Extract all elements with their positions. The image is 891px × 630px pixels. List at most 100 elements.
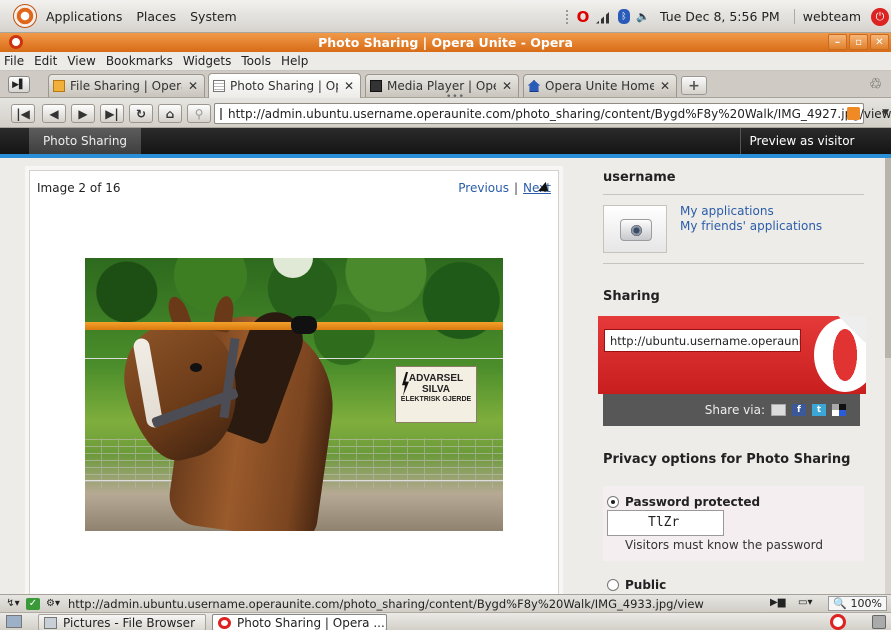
address-url[interactable]: http://admin.ubuntu.username.operaunite.…	[228, 107, 891, 121]
status-url: http://admin.ubuntu.username.operaunite.…	[68, 596, 704, 611]
opera-logo-icon[interactable]	[9, 35, 23, 49]
photo-insulator	[291, 316, 317, 334]
bottom-panel: Pictures - File Browser Photo Sharing | …	[0, 612, 891, 630]
fast-forward-button[interactable]: ▶|	[100, 104, 124, 123]
page-scrollbar[interactable]	[885, 158, 891, 594]
tab-label: Opera Unite Home |...	[545, 79, 654, 93]
photo-warning-sign: ADVARSEL SILVA ELEKTRISK GJERDE	[395, 366, 477, 423]
folder-icon	[53, 80, 65, 92]
public-radio[interactable]	[607, 579, 619, 591]
close-tab-icon[interactable]: ✕	[502, 79, 512, 93]
bluetooth-icon[interactable]: ᛒ	[617, 9, 630, 24]
menu-widgets[interactable]: Widgets	[178, 54, 237, 68]
minimize-button[interactable]: –	[828, 34, 847, 50]
facebook-icon[interactable]: f	[792, 404, 806, 416]
zoom-value: 100%	[850, 597, 882, 610]
unite-status-icon[interactable]: ✓	[26, 597, 40, 610]
close-tab-icon[interactable]: ✕	[188, 79, 198, 93]
user-menu[interactable]: webteam	[793, 9, 865, 24]
back-button[interactable]: ◀	[42, 104, 66, 123]
menu-edit[interactable]: Edit	[29, 54, 62, 68]
menu-file[interactable]: File	[0, 54, 29, 68]
rss-feed-icon[interactable]	[847, 107, 860, 120]
power-icon[interactable]: ⏻	[871, 7, 889, 26]
turbo-icon[interactable]: ↯▾	[6, 598, 20, 610]
clock[interactable]: Tue Dec 8, 5:56 PM	[660, 9, 780, 24]
page-favicon-icon	[220, 107, 222, 120]
my-applications-link[interactable]: My applications	[680, 204, 774, 218]
volume-icon[interactable]: 🔈	[636, 9, 650, 25]
camera-icon	[620, 219, 652, 241]
maximize-button[interactable]: ▫	[849, 34, 868, 50]
reload-button[interactable]: ↻	[129, 104, 153, 123]
share-url-field[interactable]: http://ubuntu.username.operaunite	[604, 329, 801, 352]
menu-view[interactable]: View	[62, 54, 100, 68]
tab-label: File Sharing | Opera...	[70, 79, 182, 93]
app-tab-photo-sharing[interactable]: Photo Sharing	[29, 128, 141, 154]
rewind-button[interactable]: |◀	[11, 104, 35, 123]
previous-link[interactable]: Previous	[458, 181, 509, 195]
window-controls: – ▫ ✕	[828, 34, 889, 50]
delicious-icon[interactable]	[832, 404, 846, 416]
twitter-icon[interactable]: t	[812, 404, 826, 416]
unite-app-bar: Photo Sharing Preview as visitor	[0, 128, 891, 158]
username-heading: username	[603, 170, 676, 185]
email-icon[interactable]	[771, 404, 786, 416]
tab-media-player[interactable]: Media Player | Oper... ✕	[365, 74, 519, 97]
page-fold	[836, 316, 866, 342]
password-help-text: Visitors must know the password	[625, 538, 823, 552]
wand-key-icon[interactable]: ⚲	[187, 104, 211, 123]
address-bar[interactable]: http://admin.ubuntu.username.operaunite.…	[214, 103, 891, 124]
friends-applications-link[interactable]: My friends' applications	[680, 219, 822, 233]
preview-as-visitor-link[interactable]: Preview as visitor	[740, 128, 863, 154]
menu-bookmarks[interactable]: Bookmarks	[101, 54, 178, 68]
new-tab-button[interactable]: +	[681, 76, 707, 95]
home-button[interactable]: ⌂	[158, 104, 182, 123]
menu-applications[interactable]: Applications	[39, 9, 129, 24]
scrollbar-thumb[interactable]	[885, 158, 891, 358]
divider	[603, 194, 864, 195]
tab-photo-sharing[interactable]: Photo Sharing | Op... ✕	[208, 73, 361, 98]
tab-unite-home[interactable]: Opera Unite Home |... ✕	[523, 74, 677, 97]
tab-bar: ▶▌ File Sharing | Opera... ✕ Photo Shari…	[0, 71, 891, 102]
panel-toggle-icon[interactable]: ▶▌	[8, 76, 30, 93]
share-via-label: Share via:	[704, 403, 765, 417]
ubuntu-logo-icon[interactable]	[14, 5, 36, 27]
closed-tabs-trash-icon[interactable]: ♲	[869, 75, 891, 95]
show-desktop-icon[interactable]	[6, 615, 22, 628]
menu-tools[interactable]: Tools	[236, 54, 276, 68]
menu-system[interactable]: System	[183, 9, 244, 24]
settings-icon[interactable]: ⚙▾	[46, 598, 60, 610]
privacy-heading: Privacy options for Photo Sharing	[603, 452, 851, 467]
taskbar-item-opera[interactable]: Photo Sharing | Opera ...	[212, 614, 387, 630]
tab-label: Photo Sharing | Op...	[230, 79, 338, 93]
window-titlebar[interactable]: Photo Sharing | Opera Unite - Opera – ▫ …	[0, 33, 891, 52]
menu-places[interactable]: Places	[129, 9, 183, 24]
network-signal-icon[interactable]	[595, 9, 612, 24]
taskbar-item-file-browser[interactable]: Pictures - File Browser	[38, 614, 206, 630]
lens-icon	[631, 225, 642, 236]
close-window-button[interactable]: ✕	[870, 34, 889, 50]
trash-icon[interactable]	[872, 615, 886, 629]
zoom-control[interactable]: 🔍 100%	[828, 596, 887, 611]
opera-tray-icon[interactable]: O	[576, 8, 590, 26]
page-content: Image 2 of 16 Previous | Next ADVARSEL S…	[0, 158, 885, 594]
password-protected-radio[interactable]	[607, 496, 619, 508]
opera-unite-tray-icon[interactable]	[830, 614, 846, 630]
home-icon	[528, 80, 540, 92]
photo-horse[interactable]: ADVARSEL SILVA ELEKTRISK GJERDE	[85, 258, 503, 531]
tab-file-sharing[interactable]: File Sharing | Opera... ✕	[48, 74, 205, 97]
password-field[interactable]: TlZr	[607, 510, 724, 536]
avatar	[603, 205, 667, 253]
close-tab-icon[interactable]: ✕	[344, 79, 354, 93]
menu-help[interactable]: Help	[276, 54, 313, 68]
password-protected-label[interactable]: Password protected	[625, 495, 760, 509]
view-mode-icon[interactable]: ▭▾	[798, 597, 812, 608]
presentation-mode-icon[interactable]: ▶▆	[770, 597, 785, 608]
system-tray: O ᛒ 🔈 Tue Dec 8, 5:56 PM webteam ⏻	[565, 0, 891, 33]
address-dropdown-icon[interactable]: ▼	[882, 108, 889, 118]
public-label[interactable]: Public	[625, 578, 666, 592]
forward-button[interactable]: ▶	[71, 104, 95, 123]
close-tab-icon[interactable]: ✕	[660, 79, 670, 93]
menubar: File Edit View Bookmarks Widgets Tools H…	[0, 52, 891, 71]
